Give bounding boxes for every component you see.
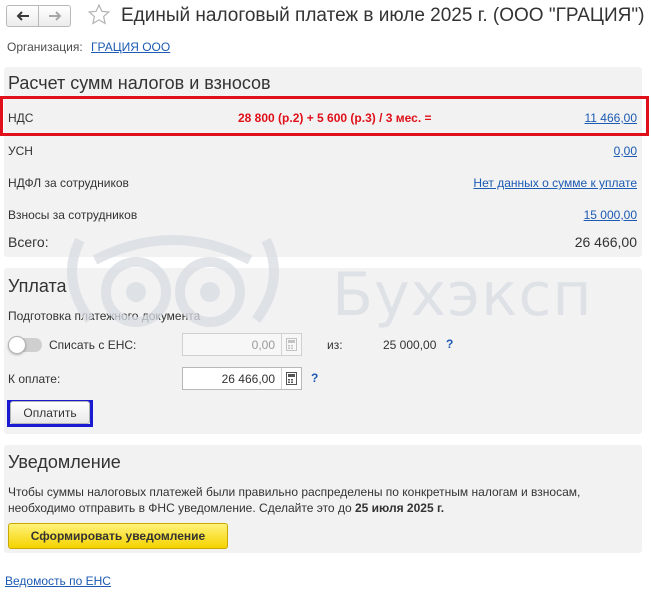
back-button[interactable] xyxy=(6,5,39,27)
toggle-knob xyxy=(8,336,26,354)
notification-deadline: 25 июля 2025 г. xyxy=(354,501,445,515)
to-pay-field[interactable]: 26 466,00 xyxy=(182,367,302,390)
forward-button[interactable] xyxy=(38,5,71,27)
payment-title: Уплата xyxy=(8,276,67,296)
watermark-text: Бухэксп xyxy=(332,260,593,330)
organization-link[interactable]: ГРАЦИЯ ООО xyxy=(91,40,170,54)
calc-title: Расчет сумм налогов и взносов xyxy=(8,73,271,93)
calculator-icon xyxy=(286,338,297,351)
ens-calculator-button[interactable] xyxy=(281,334,301,355)
row-label-usn: УСН xyxy=(8,144,33,158)
row-label-contributions: Взносы за сотрудников xyxy=(8,208,138,222)
favorite-star-icon[interactable] xyxy=(87,3,111,27)
notification-title: Уведомление xyxy=(8,452,121,472)
row-label-ndfl: НДФЛ за сотрудников xyxy=(8,176,129,190)
usn-value-link[interactable]: 0,00 xyxy=(614,144,637,158)
contributions-value-link[interactable]: 15 000,00 xyxy=(584,208,637,222)
arrow-left-icon xyxy=(16,11,29,21)
ens-amount-value: 0,00 xyxy=(251,338,275,352)
ens-toggle[interactable] xyxy=(8,336,42,354)
page-title: Единый налоговый платеж в июле 2025 г. (… xyxy=(121,5,645,26)
ens-help-icon[interactable]: ? xyxy=(446,337,453,351)
notification-text-body: Чтобы суммы налоговых платежей были прав… xyxy=(8,485,581,515)
from-value: 25 000,00 xyxy=(383,338,437,352)
ens-amount-field[interactable]: 0,00 xyxy=(182,333,302,356)
notification-text: Чтобы суммы налоговых платежей были прав… xyxy=(8,484,598,516)
to-pay-help-icon[interactable]: ? xyxy=(311,371,318,385)
organization-label: Организация: xyxy=(7,40,83,54)
arrow-right-icon xyxy=(48,11,61,21)
ndfl-value-link[interactable]: Нет данных о сумме к уплате xyxy=(473,176,637,190)
from-label: из: xyxy=(327,338,343,352)
to-pay-calculator-button[interactable] xyxy=(281,368,301,389)
nds-highlight-frame xyxy=(0,96,649,136)
payment-subtitle: Подготовка платежного документа xyxy=(8,309,201,323)
total-label: Всего: xyxy=(8,234,49,250)
create-notification-button[interactable]: Сформировать уведомление xyxy=(8,523,228,549)
calculator-icon xyxy=(286,372,297,385)
ens-toggle-label: Списать с ЕНС: xyxy=(49,338,137,352)
pay-button[interactable]: Оплатить xyxy=(10,401,90,424)
to-pay-value: 26 466,00 xyxy=(221,372,275,386)
total-value: 26 466,00 xyxy=(574,234,637,250)
to-pay-label: К оплате: xyxy=(8,372,61,386)
ens-statement-link[interactable]: Ведомость по ЕНС xyxy=(5,574,111,588)
